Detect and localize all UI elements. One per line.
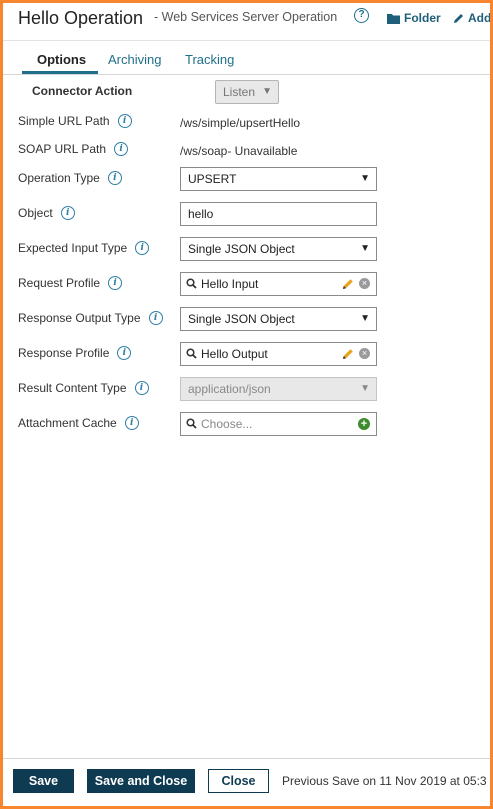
tab-options[interactable]: Options [37,52,86,67]
info-icon[interactable]: i [148,311,163,325]
operation-type-select[interactable]: UPSERT ▼ [180,167,377,191]
chevron-down-icon: ▼ [360,313,370,324]
chevron-down-icon: ▼ [360,173,370,184]
previous-save-text: Previous Save on 11 Nov 2019 at 05:3 [282,774,487,788]
tab-archiving[interactable]: Archiving [108,52,161,67]
soap-url-path-value: /ws/soap- Unavailable [180,144,298,158]
expected-input-type-label: Expected Input Type i [18,241,150,255]
simple-url-path-value: /ws/simple/upsertHello [180,116,301,130]
clear-icon[interactable]: × [359,348,370,359]
response-profile-picker[interactable]: Hello Output × [180,342,377,366]
response-output-type-select[interactable]: Single JSON Object ▼ [180,307,377,331]
search-icon [186,418,197,429]
object-input[interactable]: hello [180,202,377,226]
folder-icon [387,13,400,24]
response-profile-label: Response Profile i [18,346,132,360]
add-button[interactable]: Add [453,11,490,25]
footer: Save Save and Close Close Previous Save … [3,758,490,806]
operation-type-value: UPSERT [188,172,237,186]
response-output-type-value: Single JSON Object [188,312,295,326]
result-content-type-value: application/json [188,382,271,396]
response-output-type-label: Response Output Type i [18,311,163,325]
info-icon[interactable]: i [107,171,122,185]
info-icon[interactable]: i [114,142,129,156]
save-and-close-button[interactable]: Save and Close [87,769,195,793]
object-label: Object i [18,206,75,220]
folder-button[interactable]: Folder [387,11,441,25]
connector-action-value: Listen [223,85,256,99]
search-icon [186,348,197,359]
tab-tracking[interactable]: Tracking [185,52,234,67]
page-subtitle: - Web Services Server Operation [154,10,338,24]
active-tab-indicator [22,71,98,74]
folder-button-label: Folder [404,11,441,25]
request-profile-value: Hello Input [201,277,259,291]
soap-url-path-label: SOAP URL Path i [18,142,129,156]
expected-input-type-select[interactable]: Single JSON Object ▼ [180,237,377,261]
expected-input-type-value: Single JSON Object [188,242,295,256]
attachment-cache-placeholder: Choose... [201,417,253,431]
add-circle-icon[interactable]: + [358,418,370,430]
result-content-type-select: application/json ▼ [180,377,377,401]
info-icon[interactable]: i [117,346,132,360]
operation-window: Hello Operation - Web Services Server Op… [3,3,490,806]
info-icon[interactable]: i [60,206,75,220]
connector-action-label: Connector Action [32,84,133,98]
response-profile-value: Hello Output [201,347,268,361]
request-profile-label: Request Profile i [18,276,123,290]
header: Hello Operation - Web Services Server Op… [3,3,490,41]
edit-pencil-icon[interactable] [342,348,354,360]
attachment-cache-picker[interactable]: Choose... + [180,412,377,436]
pencil-icon [454,13,463,23]
simple-url-path-label: Simple URL Path i [18,114,132,128]
save-button[interactable]: Save [13,769,74,793]
request-profile-picker[interactable]: Hello Input × [180,272,377,296]
info-icon[interactable]: i [124,416,139,430]
info-icon[interactable]: i [134,381,149,395]
page-title: Hello Operation [18,8,144,28]
add-button-label: Add [468,11,490,25]
info-icon[interactable]: i [117,114,132,128]
tab-bar: Options Archiving Tracking [3,41,490,75]
connector-action-select[interactable]: Listen ▼ [215,80,279,104]
clear-icon[interactable]: × [359,278,370,289]
edit-pencil-icon[interactable] [342,278,354,290]
chevron-down-icon: ▼ [360,383,370,394]
search-icon [186,278,197,289]
attachment-cache-label: Attachment Cache i [18,416,139,430]
info-icon[interactable]: i [135,241,150,255]
result-content-type-label: Result Content Type i [18,381,149,395]
chevron-down-icon: ▼ [360,243,370,254]
info-icon[interactable]: i [108,276,123,290]
operation-type-label: Operation Type i [18,171,122,185]
chevron-down-icon: ▼ [262,86,272,97]
help-icon[interactable]: ? [354,8,369,23]
close-button[interactable]: Close [208,769,269,793]
object-value: hello [188,207,214,221]
